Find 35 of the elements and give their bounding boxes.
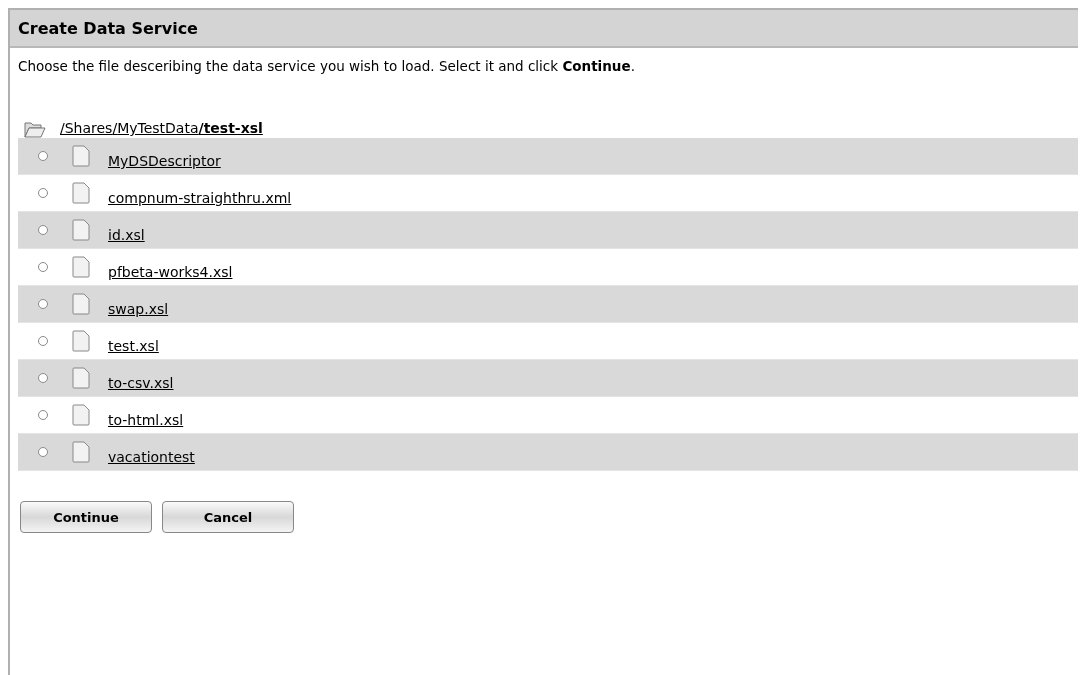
- continue-button[interactable]: Continue: [20, 501, 152, 533]
- radio-button[interactable]: [38, 262, 48, 272]
- radio-button[interactable]: [38, 299, 48, 309]
- document-icon: [72, 182, 90, 204]
- breadcrumb-link[interactable]: /: [112, 120, 118, 136]
- document-icon: [72, 145, 90, 167]
- radio-button[interactable]: [38, 336, 48, 346]
- panel-title: Create Data Service: [10, 10, 1078, 48]
- document-icon: [72, 256, 90, 278]
- breadcrumb-link[interactable]: /test-xsl: [198, 120, 263, 136]
- file-link[interactable]: id.xsl: [108, 227, 145, 243]
- radio-button[interactable]: [38, 410, 48, 420]
- document-icon: [72, 404, 90, 426]
- file-link[interactable]: test.xsl: [108, 338, 159, 354]
- file-link[interactable]: to-csv.xsl: [108, 375, 174, 391]
- radio-button[interactable]: [38, 151, 48, 161]
- breadcrumb-link[interactable]: /Shares: [60, 120, 113, 136]
- file-link[interactable]: compnum-straighthru.xml: [108, 190, 292, 206]
- radio-button[interactable]: [38, 225, 48, 235]
- breadcrumb-link[interactable]: MyTestData: [117, 120, 199, 136]
- document-icon: [72, 330, 90, 352]
- document-icon: [72, 441, 90, 463]
- file-link[interactable]: vacationtest: [108, 449, 195, 465]
- radio-button[interactable]: [38, 447, 48, 457]
- document-icon: [72, 293, 90, 315]
- document-icon: [72, 219, 90, 241]
- document-icon: [72, 367, 90, 389]
- file-link[interactable]: pfbeta-works4.xsl: [108, 264, 233, 280]
- radio-button[interactable]: [38, 188, 48, 198]
- radio-button[interactable]: [38, 373, 48, 383]
- file-link[interactable]: to-html.xsl: [108, 412, 184, 428]
- cancel-button[interactable]: Cancel: [162, 501, 294, 533]
- instructions-text: Choose the file desceribing the data service you wish to load. Select it and click Continue.: [18, 58, 636, 74]
- file-link[interactable]: MyDSDescriptor: [108, 153, 221, 169]
- file-link[interactable]: swap.xsl: [108, 301, 169, 317]
